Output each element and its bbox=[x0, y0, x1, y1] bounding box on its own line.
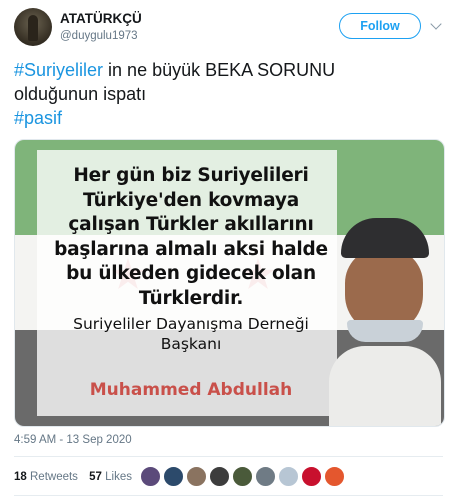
liker-avatar[interactable] bbox=[232, 466, 253, 487]
tweet-timestamp[interactable]: 4:59 AM - 13 Sep 2020 bbox=[14, 434, 132, 446]
media-org: Suriyeliler Dayanışma Derneği Başkanı bbox=[43, 314, 339, 354]
tweet-text-part: in ne büyük BEKA SORUNU bbox=[103, 60, 336, 80]
retweets-stat[interactable]: 18 Retweets bbox=[14, 471, 78, 483]
tweet-media-image[interactable]: Her gün biz Suriyelileri Türkiye'den kov… bbox=[14, 139, 445, 427]
user-avatar[interactable] bbox=[14, 8, 52, 46]
divider bbox=[14, 456, 443, 457]
tweet-text-part: olduğunun ispatı bbox=[14, 84, 147, 104]
org-line: Başkanı bbox=[160, 335, 222, 353]
avatar-figure bbox=[28, 15, 38, 41]
chevron-down-icon[interactable] bbox=[430, 18, 442, 30]
quote-line: Türklerdir. bbox=[138, 287, 244, 309]
tweet-header: ATATÜRKÇÜ @duygulu1973 Follow bbox=[0, 0, 456, 56]
quote-line: çalışan Türkler akıllarını bbox=[68, 214, 314, 235]
quote-line: Türkiye'den kovmaya bbox=[83, 189, 299, 211]
hashtag-link[interactable]: #pasif bbox=[14, 108, 62, 128]
divider bbox=[14, 495, 443, 496]
hashtag-link[interactable]: #Suriyeliler bbox=[14, 60, 103, 80]
likes-stat[interactable]: 57 Likes bbox=[89, 471, 132, 483]
liker-avatar[interactable] bbox=[278, 466, 299, 487]
media-quote: Her gün biz Suriyelileri Türkiye'den kov… bbox=[43, 164, 339, 311]
liker-avatar[interactable] bbox=[255, 466, 276, 487]
media-author: Muhammed Abdullah bbox=[89, 380, 293, 400]
quote-line: bu ülkeden gidecek olan bbox=[66, 263, 316, 284]
follow-button[interactable]: Follow bbox=[339, 13, 421, 39]
person-mask bbox=[347, 320, 423, 342]
quote-line: Her gün biz Suriyelileri bbox=[73, 165, 309, 186]
org-line: Suriyeliler Dayanışma Derneği bbox=[73, 315, 309, 333]
user-name[interactable]: ATATÜRKÇÜ bbox=[60, 11, 142, 26]
liker-avatar[interactable] bbox=[140, 466, 161, 487]
liker-avatar[interactable] bbox=[324, 466, 345, 487]
liker-avatar[interactable] bbox=[186, 466, 207, 487]
user-handle[interactable]: @duygulu1973 bbox=[60, 30, 138, 42]
retweets-label: Retweets bbox=[30, 471, 78, 483]
tweet-stats: 18 Retweets 57 Likes bbox=[14, 471, 140, 483]
tweet-text: #Suriyeliler in ne büyük BEKA SORUNU old… bbox=[14, 58, 439, 130]
likes-label: Likes bbox=[105, 471, 132, 483]
quote-line: başlarına almalı aksi halde bbox=[54, 238, 328, 260]
person-shirt bbox=[329, 346, 441, 426]
liker-avatar[interactable] bbox=[163, 466, 184, 487]
liker-avatar[interactable] bbox=[301, 466, 322, 487]
likes-count: 57 bbox=[89, 471, 102, 483]
retweets-count: 18 bbox=[14, 471, 27, 483]
liker-avatar[interactable] bbox=[209, 466, 230, 487]
person-photo bbox=[329, 218, 441, 426]
person-cap bbox=[341, 218, 429, 258]
